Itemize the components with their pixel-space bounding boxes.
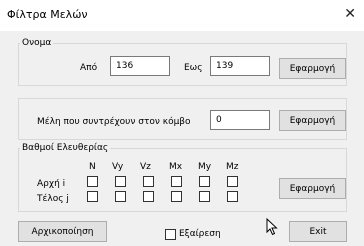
name-group-legend: Ονομα <box>20 38 54 48</box>
node-input[interactable] <box>210 110 270 130</box>
title-bar: Φίλτρα Μελών ✕ <box>0 0 364 31</box>
name-apply-button[interactable]: Εφαρμογή <box>279 58 346 79</box>
node-label: Μέλη που συντρέχουν στον κόμβο <box>37 117 191 127</box>
start-my-checkbox[interactable] <box>199 176 210 187</box>
exclude-label: Εξαίρεση <box>179 229 221 239</box>
dof-group-legend: Βαθμοί Ελευθερίας <box>20 143 111 153</box>
dof-apply-button[interactable]: Εφαρμογή <box>279 178 346 199</box>
start-mx-checkbox[interactable] <box>171 176 182 187</box>
from-input[interactable] <box>110 56 170 76</box>
exit-button[interactable]: Exit <box>289 221 347 242</box>
end-mz-checkbox[interactable] <box>227 191 238 202</box>
to-label: Εως <box>184 63 203 73</box>
node-apply-button[interactable]: Εφαρμογή <box>279 110 346 131</box>
start-vy-checkbox[interactable] <box>115 176 126 187</box>
filter-dialog: Φίλτρα Μελών ✕ Ονομα Από Εως Εφαρμογή Μέ… <box>0 0 364 246</box>
to-input[interactable] <box>210 56 270 76</box>
col-header-n: N <box>89 162 96 172</box>
col-header-mz: Mz <box>226 162 239 172</box>
col-header-vz: Vz <box>140 162 151 172</box>
col-header-mx: Mx <box>169 162 183 172</box>
reset-button[interactable]: Αρχικοποίηση <box>18 221 107 242</box>
end-vz-checkbox[interactable] <box>143 191 154 202</box>
start-vz-checkbox[interactable] <box>143 176 154 187</box>
end-vy-checkbox[interactable] <box>115 191 126 202</box>
end-label: Τέλος j <box>37 194 69 204</box>
start-n-checkbox[interactable] <box>87 176 98 187</box>
window-title: Φίλτρα Μελών <box>7 8 88 21</box>
close-icon[interactable]: ✕ <box>344 5 356 23</box>
start-mz-checkbox[interactable] <box>227 176 238 187</box>
exclude-checkbox[interactable] <box>165 229 176 240</box>
end-mx-checkbox[interactable] <box>171 191 182 202</box>
mouse-pointer-icon <box>266 218 278 236</box>
start-label: Αρχή i <box>37 179 66 189</box>
col-header-my: My <box>198 162 212 172</box>
end-n-checkbox[interactable] <box>87 191 98 202</box>
from-label: Από <box>80 63 98 73</box>
col-header-vy: Vy <box>112 162 124 172</box>
end-my-checkbox[interactable] <box>199 191 210 202</box>
